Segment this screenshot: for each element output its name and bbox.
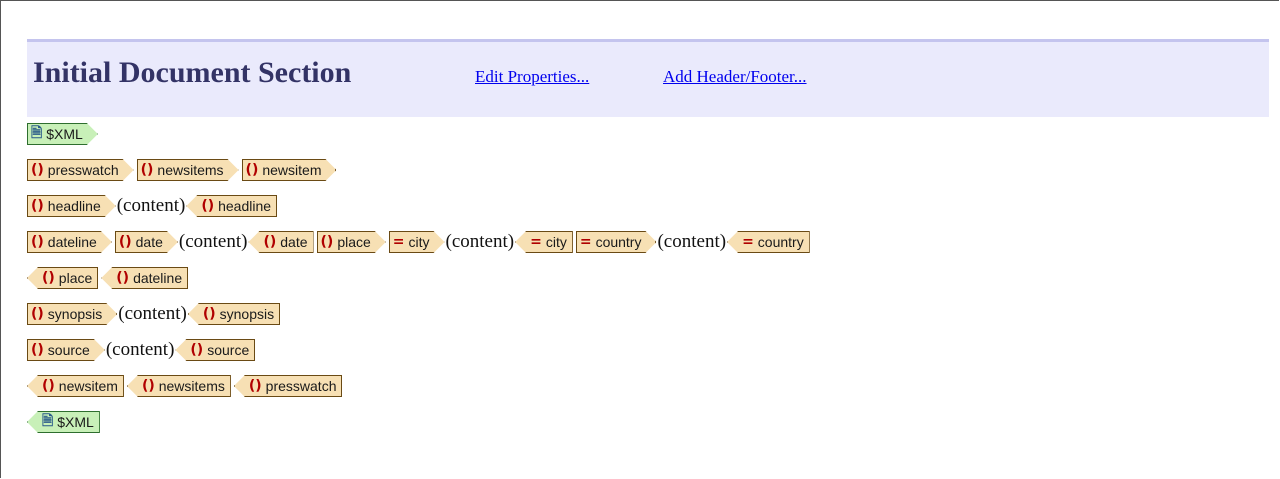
tag-label: country [757,234,804,250]
tag-label: synopsis [47,306,103,322]
element-brace-icon: () [31,306,44,322]
tag-label: date [135,234,163,250]
element-brace-icon: () [31,234,44,250]
start-tag-headline[interactable]: () headline [27,195,116,217]
start-tag-presswatch[interactable]: () presswatch [27,159,134,181]
end-tag-newsitem[interactable]: () newsitem [27,375,124,397]
content-placeholder[interactable]: (content) [179,231,248,253]
element-brace-icon: () [320,234,334,250]
content-placeholder[interactable]: (content) [657,231,726,253]
element-brace-icon: () [31,162,44,178]
document-icon: 🗎 [31,125,43,141]
tag-row: () place() dateline [27,266,191,290]
end-tag-newsitems[interactable]: () newsitems [126,375,231,397]
start-tag-place[interactable]: () place [317,231,386,253]
tag-label: $XML [57,414,94,430]
element-brace-icon: () [141,378,155,394]
element-brace-icon: () [31,342,44,358]
end-tag-city[interactable]: = city [515,231,573,253]
tag-row: 🗎 $XML [27,410,103,434]
element-brace-icon: () [263,234,277,250]
attribute-equals-icon: = [579,234,592,250]
tag-row: 🗎 $XML [27,122,101,146]
tag-label: newsitem [262,162,322,178]
start-tag-xml[interactable]: 🗎 $XML [27,123,98,145]
element-brace-icon: () [31,198,44,214]
element-brace-icon: () [248,378,262,394]
element-brace-icon: () [42,270,55,286]
end-tag-synopsis[interactable]: () synopsis [187,303,281,325]
end-tag-presswatch[interactable]: () presswatch [233,375,343,397]
content-placeholder[interactable]: (content) [446,231,515,253]
document-icon: 🗎 [42,413,54,429]
tag-row: () presswatch() newsitems() newsitem [27,158,339,182]
element-brace-icon: () [202,306,216,322]
start-tag-newsitems[interactable]: () newsitems [137,159,239,181]
end-tag-place[interactable]: () place [27,267,99,289]
end-tag-xml[interactable]: 🗎 $XML [27,411,100,433]
tag-row: () synopsis (content)() synopsis [27,302,283,326]
tag-label: source [207,342,250,358]
start-tag-synopsis[interactable]: () synopsis [27,303,117,325]
tag-label: headline [47,198,101,214]
start-tag-city[interactable]: = city [389,231,445,253]
element-brace-icon: () [201,198,215,214]
tag-label: presswatch [47,162,119,178]
element-brace-icon: () [118,234,132,250]
start-tag-country[interactable]: = country [576,231,657,253]
content-placeholder[interactable]: (content) [106,339,175,361]
tag-label: dateline [133,270,183,286]
tag-label: source [47,342,90,358]
element-brace-icon: () [42,378,55,394]
start-tag-newsitem[interactable]: () newsitem [242,159,337,181]
tag-row: () dateline() date (content)() date() place = c… [27,230,813,254]
tag-label: place [337,234,371,250]
edit-properties-link[interactable]: Edit Properties... [475,67,589,87]
design-view-frame: Initial Document Section Edit Properties… [0,0,1279,478]
start-tag-source[interactable]: () source [27,339,105,361]
tag-row: () headline (content)() headline [27,194,280,218]
tag-label: city [545,234,567,250]
tag-label: newsitems [157,162,224,178]
end-tag-dateline[interactable]: () dateline [101,267,189,289]
content-placeholder[interactable]: (content) [118,303,187,325]
tag-label: dateline [47,234,97,250]
tag-label: place [58,270,93,286]
content-placeholder[interactable]: (content) [117,195,186,217]
tag-label: synopsis [219,306,275,322]
element-brace-icon: () [140,162,154,178]
tag-row: () source (content)() source [27,338,258,362]
element-brace-icon: () [190,342,204,358]
tag-row: () newsitem() newsitems() presswatch [27,374,345,398]
tag-label: headline [218,198,272,214]
section-header: Initial Document Section Edit Properties… [27,39,1269,117]
tag-label: newsitem [58,378,118,394]
add-header-footer-link[interactable]: Add Header/Footer... [663,67,807,87]
tag-label: $XML [46,126,83,142]
end-tag-source[interactable]: () source [175,339,256,361]
element-brace-icon: () [245,162,259,178]
attribute-equals-icon: = [742,234,754,250]
tag-label: presswatch [265,378,337,394]
tag-label: newsitems [158,378,225,394]
attribute-equals-icon: = [530,234,542,250]
start-tag-dateline[interactable]: () dateline [27,231,112,253]
end-tag-date[interactable]: () date [248,231,314,253]
start-tag-date[interactable]: () date [115,231,178,253]
tag-label: date [280,234,308,250]
tag-label: country [595,234,642,250]
tag-label: city [408,234,430,250]
attribute-equals-icon: = [392,234,405,250]
element-brace-icon: () [116,270,130,286]
section-title: Initial Document Section [33,56,352,89]
end-tag-headline[interactable]: () headline [186,195,278,217]
end-tag-country[interactable]: = country [727,231,810,253]
